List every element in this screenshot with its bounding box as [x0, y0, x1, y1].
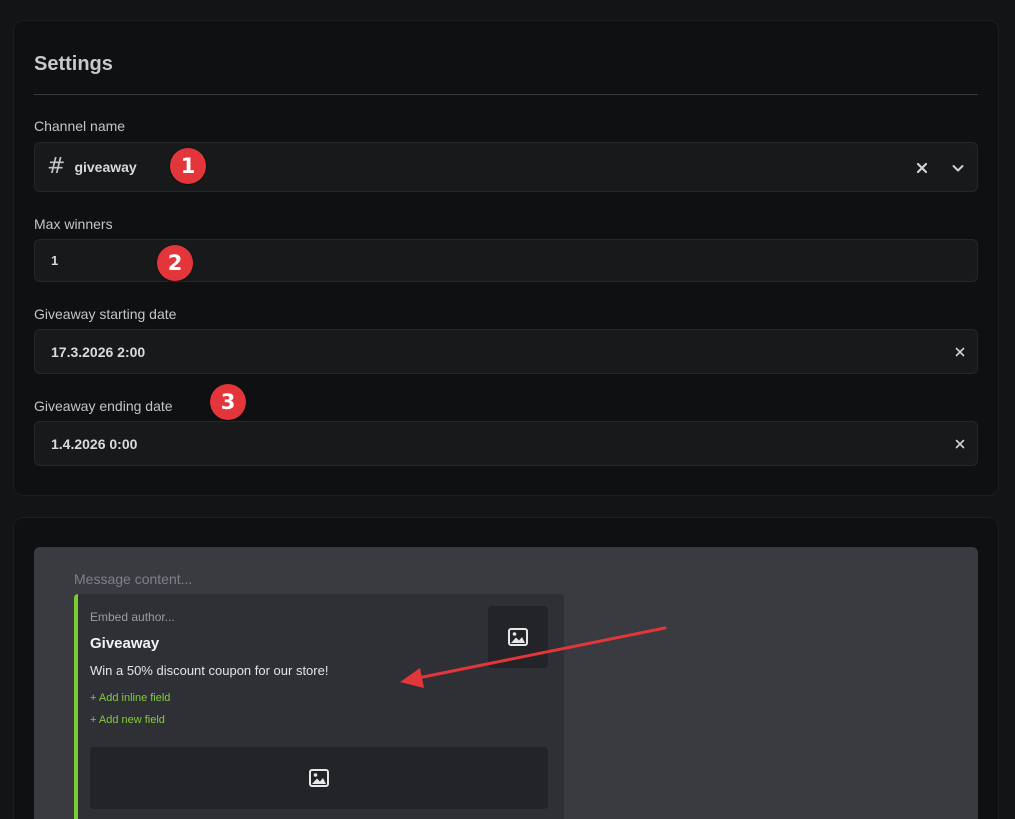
settings-title: Settings: [34, 53, 113, 75]
image-icon: [508, 628, 528, 646]
annotation-marker-2: 2: [157, 245, 193, 281]
end-date-input[interactable]: 1.4.2026 0:00: [34, 421, 978, 466]
embed-author-input[interactable]: Embed author...: [90, 610, 175, 624]
add-inline-field-button[interactable]: + Add inline field: [90, 692, 170, 704]
image-icon: [309, 769, 329, 787]
message-content-input[interactable]: Message content...: [74, 571, 192, 587]
close-icon[interactable]: [952, 436, 968, 452]
channel-name-label: Channel name: [34, 118, 126, 134]
embed-title[interactable]: Giveaway: [90, 635, 159, 652]
annotation-marker-1: 1: [170, 148, 206, 184]
message-card: Message content... Embed author... Givea…: [13, 517, 999, 819]
close-icon[interactable]: [914, 160, 930, 176]
thumbnail-slot[interactable]: [488, 606, 548, 668]
hash-icon: #: [47, 154, 66, 179]
embed-description[interactable]: Win a 50% discount coupon for our store!: [90, 663, 328, 678]
end-date-label: Giveaway ending date: [34, 398, 173, 414]
channel-value: giveaway: [74, 159, 137, 175]
max-winners-value: 1: [51, 253, 59, 268]
add-new-field-button[interactable]: + Add new field: [90, 714, 165, 726]
close-icon[interactable]: [952, 344, 968, 360]
divider: [34, 94, 978, 95]
end-date-value: 1.4.2026 0:00: [51, 435, 138, 452]
start-date-input[interactable]: 17.3.2026 2:00: [34, 329, 978, 374]
embed-image-slot[interactable]: [90, 747, 548, 809]
start-date-value: 17.3.2026 2:00: [51, 343, 146, 360]
embed: Embed author... Giveaway Win a 50% disco…: [74, 594, 564, 819]
message-preview: Message content... Embed author... Givea…: [34, 547, 978, 819]
chevron-down-icon[interactable]: [950, 160, 966, 176]
annotation-marker-3: 3: [210, 384, 246, 420]
max-winners-label: Max winners: [34, 216, 113, 232]
start-date-label: Giveaway starting date: [34, 306, 177, 322]
